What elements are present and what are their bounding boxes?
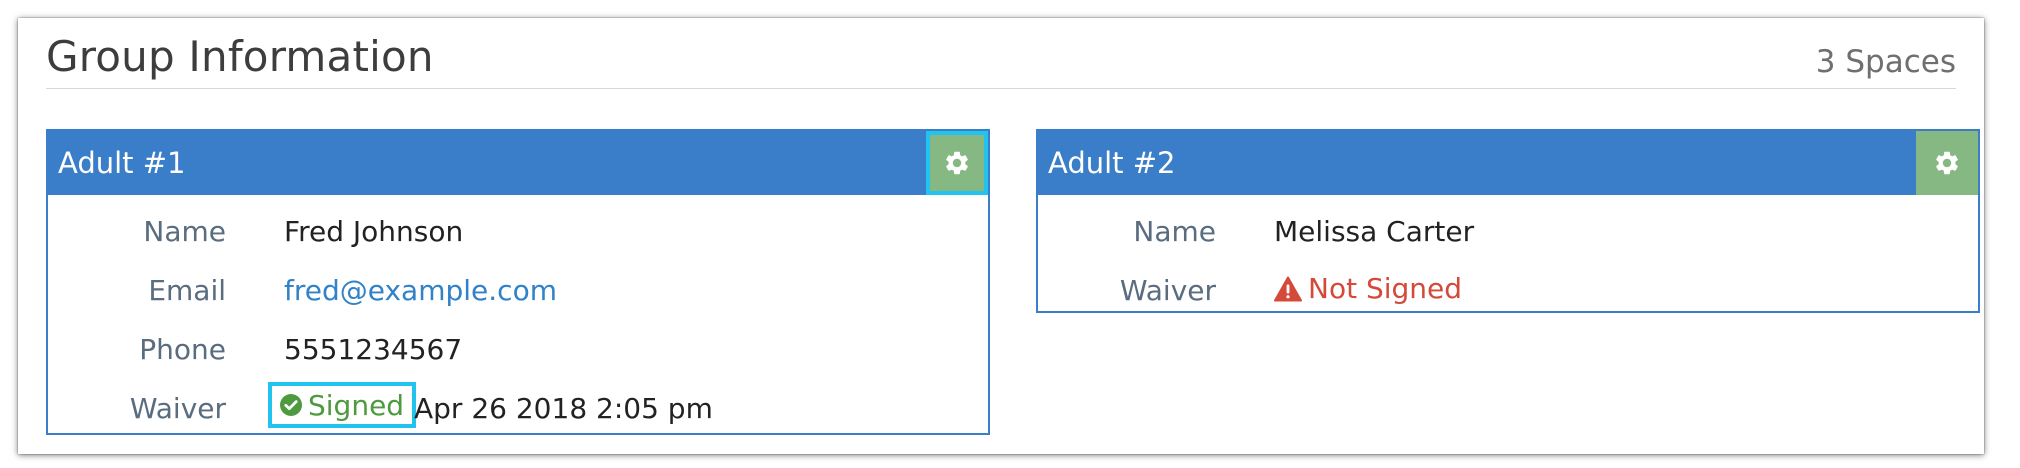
name-label: Name xyxy=(143,215,226,248)
settings-button[interactable] xyxy=(1916,131,1978,195)
email-label: Email xyxy=(148,274,226,307)
phone-label: Phone xyxy=(139,333,226,366)
waiver-signed-badge[interactable]: Signed xyxy=(268,382,417,428)
name-value: Fred Johnson xyxy=(284,215,464,248)
field-row-waiver: Waiver Not Signed xyxy=(1038,270,1978,310)
phone-value: 5551234567 xyxy=(284,333,463,366)
settings-button[interactable] xyxy=(926,131,988,195)
field-row-email: Email fred@example.com xyxy=(48,270,988,310)
waiver-status: Not Signed xyxy=(1308,272,1463,305)
section-title: Group Information xyxy=(46,32,434,81)
card-title: Adult #2 xyxy=(1048,146,1176,180)
screenshot-stage: Group Information 3 Spaces Adult #1 Name… xyxy=(0,0,2020,468)
name-value: Melissa Carter xyxy=(1274,215,1475,248)
name-label: Name xyxy=(1133,215,1216,248)
gear-icon xyxy=(1936,151,1958,175)
field-row-waiver: Waiver Signed Apr 26 2018 2:05 pm xyxy=(48,382,988,428)
email-link[interactable]: fred@example.com xyxy=(284,274,557,307)
waiver-status: Signed xyxy=(308,388,405,422)
waiver-label: Waiver xyxy=(129,392,226,425)
card-title: Adult #1 xyxy=(58,146,186,180)
card-header: Adult #1 xyxy=(48,131,988,195)
field-row-phone: Phone 5551234567 xyxy=(48,329,988,369)
waiver-not-signed[interactable]: Not Signed xyxy=(1274,272,1462,305)
waiver-date: Apr 26 2018 2:05 pm xyxy=(414,392,713,425)
participant-card-1: Adult #1 Name Fred Johnson Email fred@ex… xyxy=(46,129,990,435)
gear-icon xyxy=(946,151,968,175)
field-row-name: Name Melissa Carter xyxy=(1038,211,1978,251)
card-header: Adult #2 xyxy=(1038,131,1978,195)
title-divider xyxy=(46,88,1956,89)
field-row-name: Name Fred Johnson xyxy=(48,211,988,251)
waiver-label: Waiver xyxy=(1119,274,1216,307)
spaces-count: 3 Spaces xyxy=(1815,44,1956,80)
group-information-panel: Group Information 3 Spaces Adult #1 Name… xyxy=(18,18,1984,454)
check-circle-icon xyxy=(280,394,302,416)
warning-triangle-icon xyxy=(1274,276,1302,301)
participant-card-2: Adult #2 Name Melissa Carter Waiver Not … xyxy=(1036,129,1980,313)
